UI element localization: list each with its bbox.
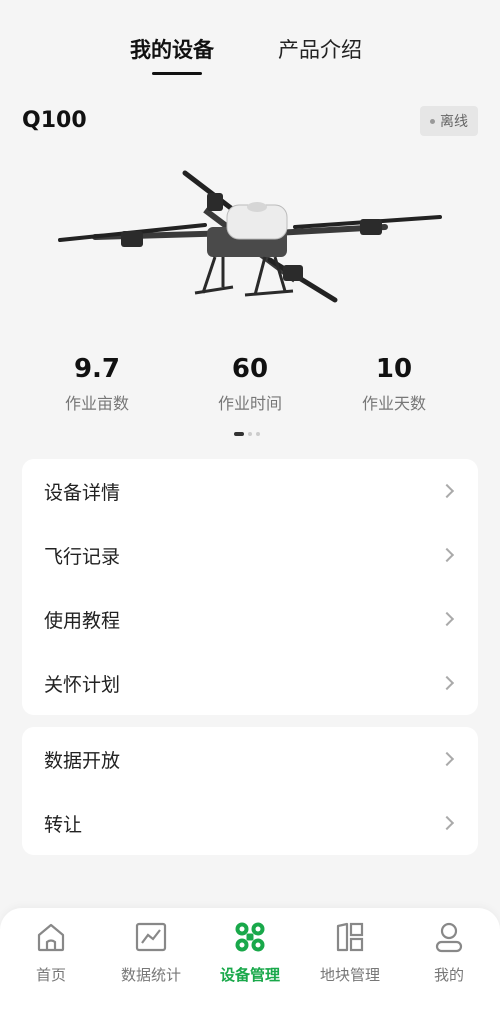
nav-label: 首页 xyxy=(35,966,66,984)
chevron-right-icon xyxy=(439,483,455,499)
menu-item-open-data[interactable]: 数据开放 xyxy=(22,727,478,791)
stat-days-value: 10 xyxy=(375,354,413,384)
active-tab-indicator xyxy=(152,72,202,75)
page-dot xyxy=(256,432,260,436)
menu-item-label: 转让 xyxy=(44,813,83,836)
chevron-right-icon xyxy=(439,675,455,691)
nav-label: 设备管理 xyxy=(219,966,280,984)
chevron-right-icon xyxy=(439,547,455,563)
device-model-name: Q100 xyxy=(22,108,87,133)
page-dot-active xyxy=(234,432,244,436)
menu-item-label: 飞行记录 xyxy=(44,545,121,568)
bottom-navigation: 首页 数据统计 设备管理 地块管理 我的 xyxy=(0,908,500,1011)
menu-item-flight-records[interactable]: 飞行记录 xyxy=(22,523,478,587)
stat-days: 10 作业天数 xyxy=(334,352,454,414)
chevron-right-icon xyxy=(439,815,455,831)
tab-product-intro[interactable]: 产品介绍 xyxy=(278,34,362,64)
nav-field-management[interactable]: 地块管理 xyxy=(300,920,400,985)
stat-area-value: 9.7 xyxy=(73,354,121,384)
menu-item-label: 使用教程 xyxy=(44,609,121,632)
page-dot xyxy=(248,432,252,436)
top-tab-bar: 我的设备 产品介绍 xyxy=(0,28,500,80)
menu-card-secondary: 数据开放 转让 xyxy=(22,727,478,855)
nav-label: 地块管理 xyxy=(319,966,380,984)
drone-image xyxy=(58,170,442,303)
chevron-right-icon xyxy=(439,611,455,627)
nav-label: 我的 xyxy=(433,966,464,984)
chart-icon xyxy=(135,922,167,952)
stat-area-label: 作业亩数 xyxy=(64,394,129,413)
stat-time-label: 作业时间 xyxy=(217,394,282,413)
chevron-right-icon xyxy=(439,751,455,767)
menu-item-label: 数据开放 xyxy=(44,749,121,772)
drone-icon xyxy=(235,922,265,952)
nav-home[interactable]: 首页 xyxy=(1,920,101,985)
page-indicator xyxy=(234,432,260,436)
stat-time: 60 作业时间 xyxy=(190,352,310,414)
menu-item-care-plan[interactable]: 关怀计划 xyxy=(22,651,478,715)
stat-days-label: 作业天数 xyxy=(361,394,426,413)
menu-item-label: 关怀计划 xyxy=(44,673,121,696)
field-icon xyxy=(336,922,364,952)
status-text: 离线 xyxy=(440,114,468,130)
menu-item-tutorial[interactable]: 使用教程 xyxy=(22,587,478,651)
menu-item-device-details[interactable]: 设备详情 xyxy=(22,459,478,523)
menu-card-primary: 设备详情 飞行记录 使用教程 关怀计划 xyxy=(22,459,478,715)
stats-panel: 9.7 作业亩数 60 作业时间 10 作业天数 xyxy=(0,352,500,422)
nav-profile[interactable]: 我的 xyxy=(399,920,499,985)
tab-my-devices[interactable]: 我的设备 xyxy=(130,34,214,64)
stat-area: 9.7 作业亩数 xyxy=(37,352,157,414)
menu-item-transfer[interactable]: 转让 xyxy=(22,791,478,855)
status-badge: 离线 xyxy=(420,106,478,136)
menu-item-label: 设备详情 xyxy=(44,481,121,504)
nav-label: 数据统计 xyxy=(120,966,181,984)
nav-device-management[interactable]: 设备管理 xyxy=(200,920,300,985)
status-dot-icon xyxy=(430,118,435,124)
user-icon xyxy=(435,922,463,953)
stat-time-value: 60 xyxy=(231,354,269,384)
home-icon xyxy=(37,923,65,952)
nav-statistics[interactable]: 数据统计 xyxy=(101,920,201,985)
